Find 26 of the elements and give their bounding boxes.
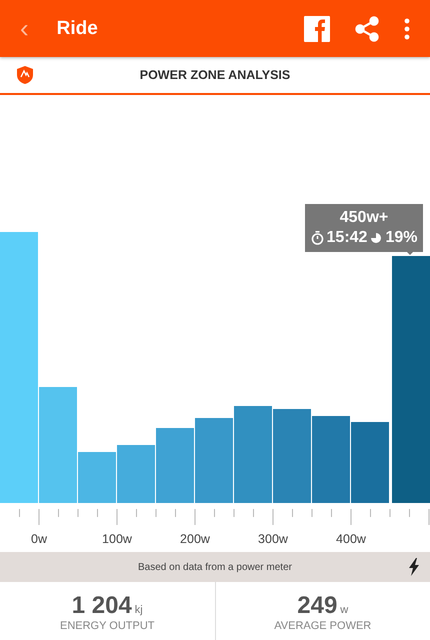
axis-label: 100w <box>101 532 133 546</box>
pie-icon <box>370 232 382 244</box>
axis-label: 0w <box>30 532 48 546</box>
stat-unit: w <box>340 604 348 616</box>
zone-share: 19% <box>385 229 418 247</box>
shield-icon <box>17 66 33 84</box>
axis-label: 200w <box>179 532 211 546</box>
more-menu-icon[interactable] <box>404 18 410 40</box>
stat-unit: kj <box>134 604 143 616</box>
screen-title: Ride <box>56 18 98 40</box>
facebook-icon[interactable] <box>304 16 330 42</box>
stat-value: 1 204 <box>72 592 132 620</box>
zone-label: 450w+ <box>340 209 388 227</box>
stat-value: 249 <box>297 592 338 620</box>
share-icon[interactable] <box>354 16 380 42</box>
axis-label: 400w <box>335 532 367 546</box>
section-title: POWER ZONE ANALYSIS <box>140 68 290 82</box>
stat-label: ENERGY OUTPUT <box>60 620 155 632</box>
lightning-icon <box>408 558 420 576</box>
stopwatch-icon <box>310 231 324 245</box>
notice-text: Based on data from a power meter <box>138 562 292 572</box>
histogram-bar <box>117 445 155 503</box>
axis-label: 300w <box>257 532 289 546</box>
zone-time: 15:42 <box>326 229 368 247</box>
stat-label: AVERAGE POWER <box>274 620 372 632</box>
back-button[interactable]: ‹ <box>14 13 35 44</box>
